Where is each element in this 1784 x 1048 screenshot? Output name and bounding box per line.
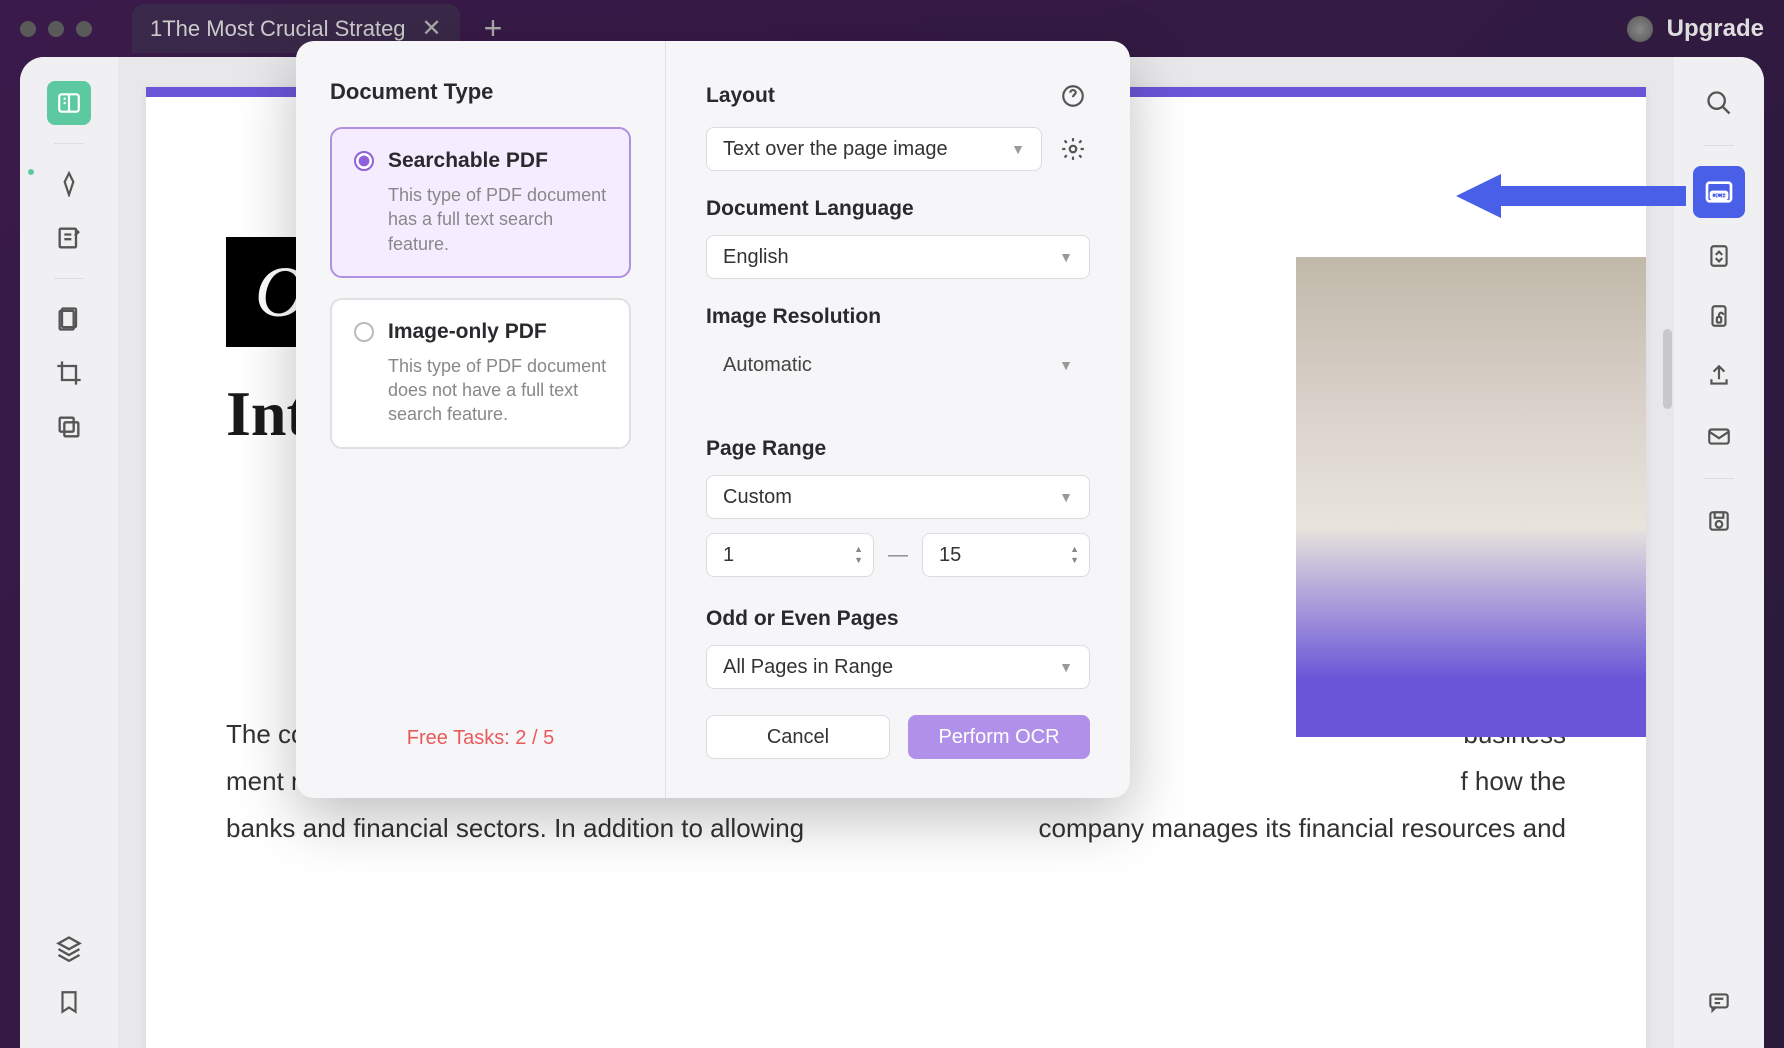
toolbar-separator xyxy=(1704,145,1734,146)
page-range-select[interactable]: Custom ▼ xyxy=(706,475,1090,519)
mail-button[interactable] xyxy=(1697,414,1741,458)
toolbar-separator xyxy=(54,143,84,144)
user-avatar xyxy=(1627,16,1653,42)
upgrade-label: Upgrade xyxy=(1667,15,1764,43)
image-only-pdf-option[interactable]: Image-only PDF This type of PDF document… xyxy=(330,298,631,449)
option-description: This type of PDF document has a full tex… xyxy=(388,183,607,256)
range-to-value: 15 xyxy=(939,544,961,567)
layout-value: Text over the page image xyxy=(723,138,948,161)
page-range-label: Page Range xyxy=(706,437,1090,461)
layers-button[interactable] xyxy=(47,926,91,970)
stepper-control[interactable]: ▲▼ xyxy=(854,545,863,565)
cancel-button[interactable]: Cancel xyxy=(706,715,890,759)
chevron-down-icon: ▼ xyxy=(1059,357,1073,373)
range-to-input[interactable]: 15 ▲▼ xyxy=(922,533,1090,577)
vertical-scrollbar[interactable] xyxy=(1663,329,1672,409)
option-title: Searchable PDF xyxy=(388,149,548,173)
upgrade-area[interactable]: Upgrade xyxy=(1627,15,1764,43)
crop-tool-button[interactable] xyxy=(47,351,91,395)
convert-button[interactable] xyxy=(1697,234,1741,278)
resolution-label: Image Resolution xyxy=(706,305,1090,329)
window-controls xyxy=(20,21,92,37)
close-window-button[interactable] xyxy=(20,21,36,37)
right-toolbar: OCR xyxy=(1674,57,1764,1048)
comments-button[interactable] xyxy=(1697,980,1741,1024)
chevron-down-icon: ▼ xyxy=(1059,249,1073,265)
dialog-left-panel: Document Type Searchable PDF This type o… xyxy=(296,41,666,798)
stepper-control[interactable]: ▲▼ xyxy=(1070,545,1079,565)
language-label: Document Language xyxy=(706,197,1090,221)
chevron-down-icon: ▼ xyxy=(1059,659,1073,675)
minimize-window-button[interactable] xyxy=(48,21,64,37)
parity-select[interactable]: All Pages in Range ▼ xyxy=(706,645,1090,689)
toolbar-separator xyxy=(1704,478,1734,479)
close-tab-icon[interactable]: ✕ xyxy=(422,14,442,43)
option-description: This type of PDF document does not have … xyxy=(388,354,607,427)
option-title: Image-only PDF xyxy=(388,320,547,344)
svg-text:OCR: OCR xyxy=(1712,192,1727,199)
ocr-dialog: Document Type Searchable PDF This type o… xyxy=(296,41,1130,798)
page-range-value: Custom xyxy=(723,486,792,509)
annotate-tool-button[interactable] xyxy=(47,216,91,260)
reader-mode-button[interactable] xyxy=(47,81,91,125)
annotation-arrow xyxy=(1456,166,1686,226)
parity-label: Odd or Even Pages xyxy=(706,607,1090,631)
layout-select[interactable]: Text over the page image ▼ xyxy=(706,127,1042,171)
language-value: English xyxy=(723,246,789,269)
searchable-pdf-option[interactable]: Searchable PDF This type of PDF document… xyxy=(330,127,631,278)
save-button[interactable] xyxy=(1697,499,1741,543)
range-separator: — xyxy=(888,544,908,567)
range-from-value: 1 xyxy=(723,544,734,567)
radio-unselected-icon xyxy=(354,322,374,342)
document-type-heading: Document Type xyxy=(330,79,631,105)
parity-value: All Pages in Range xyxy=(723,656,893,679)
search-button[interactable] xyxy=(1697,81,1741,125)
dialog-right-panel: Layout Text over the page image ▼ Docume… xyxy=(666,41,1130,798)
free-tasks-counter: Free Tasks: 2 / 5 xyxy=(330,727,631,760)
protect-button[interactable] xyxy=(1697,294,1741,338)
left-toolbar xyxy=(20,57,118,1048)
highlight-tool-button[interactable] xyxy=(47,162,91,206)
toolbar-separator xyxy=(54,278,84,279)
language-select[interactable]: English ▼ xyxy=(706,235,1090,279)
resolution-select[interactable]: Automatic ▼ xyxy=(706,343,1090,387)
ocr-button[interactable]: OCR xyxy=(1693,166,1745,218)
active-indicator-dot xyxy=(28,169,34,175)
tab-title: 1The Most Crucial Strateg xyxy=(150,16,406,42)
page-tool-button[interactable] xyxy=(47,297,91,341)
share-button[interactable] xyxy=(1697,354,1741,398)
bookmark-button[interactable] xyxy=(47,980,91,1024)
maximize-window-button[interactable] xyxy=(76,21,92,37)
layout-label: Layout xyxy=(706,84,775,108)
help-icon[interactable] xyxy=(1056,79,1090,113)
chevron-down-icon: ▼ xyxy=(1059,489,1073,505)
radio-selected-icon xyxy=(354,151,374,171)
perform-ocr-button[interactable]: Perform OCR xyxy=(908,715,1090,759)
resolution-value: Automatic xyxy=(723,354,812,377)
chevron-down-icon: ▼ xyxy=(1011,141,1025,157)
document-image xyxy=(1296,257,1646,737)
range-from-input[interactable]: 1 ▲▼ xyxy=(706,533,874,577)
layout-settings-button[interactable] xyxy=(1056,132,1090,166)
duplicate-tool-button[interactable] xyxy=(47,405,91,449)
